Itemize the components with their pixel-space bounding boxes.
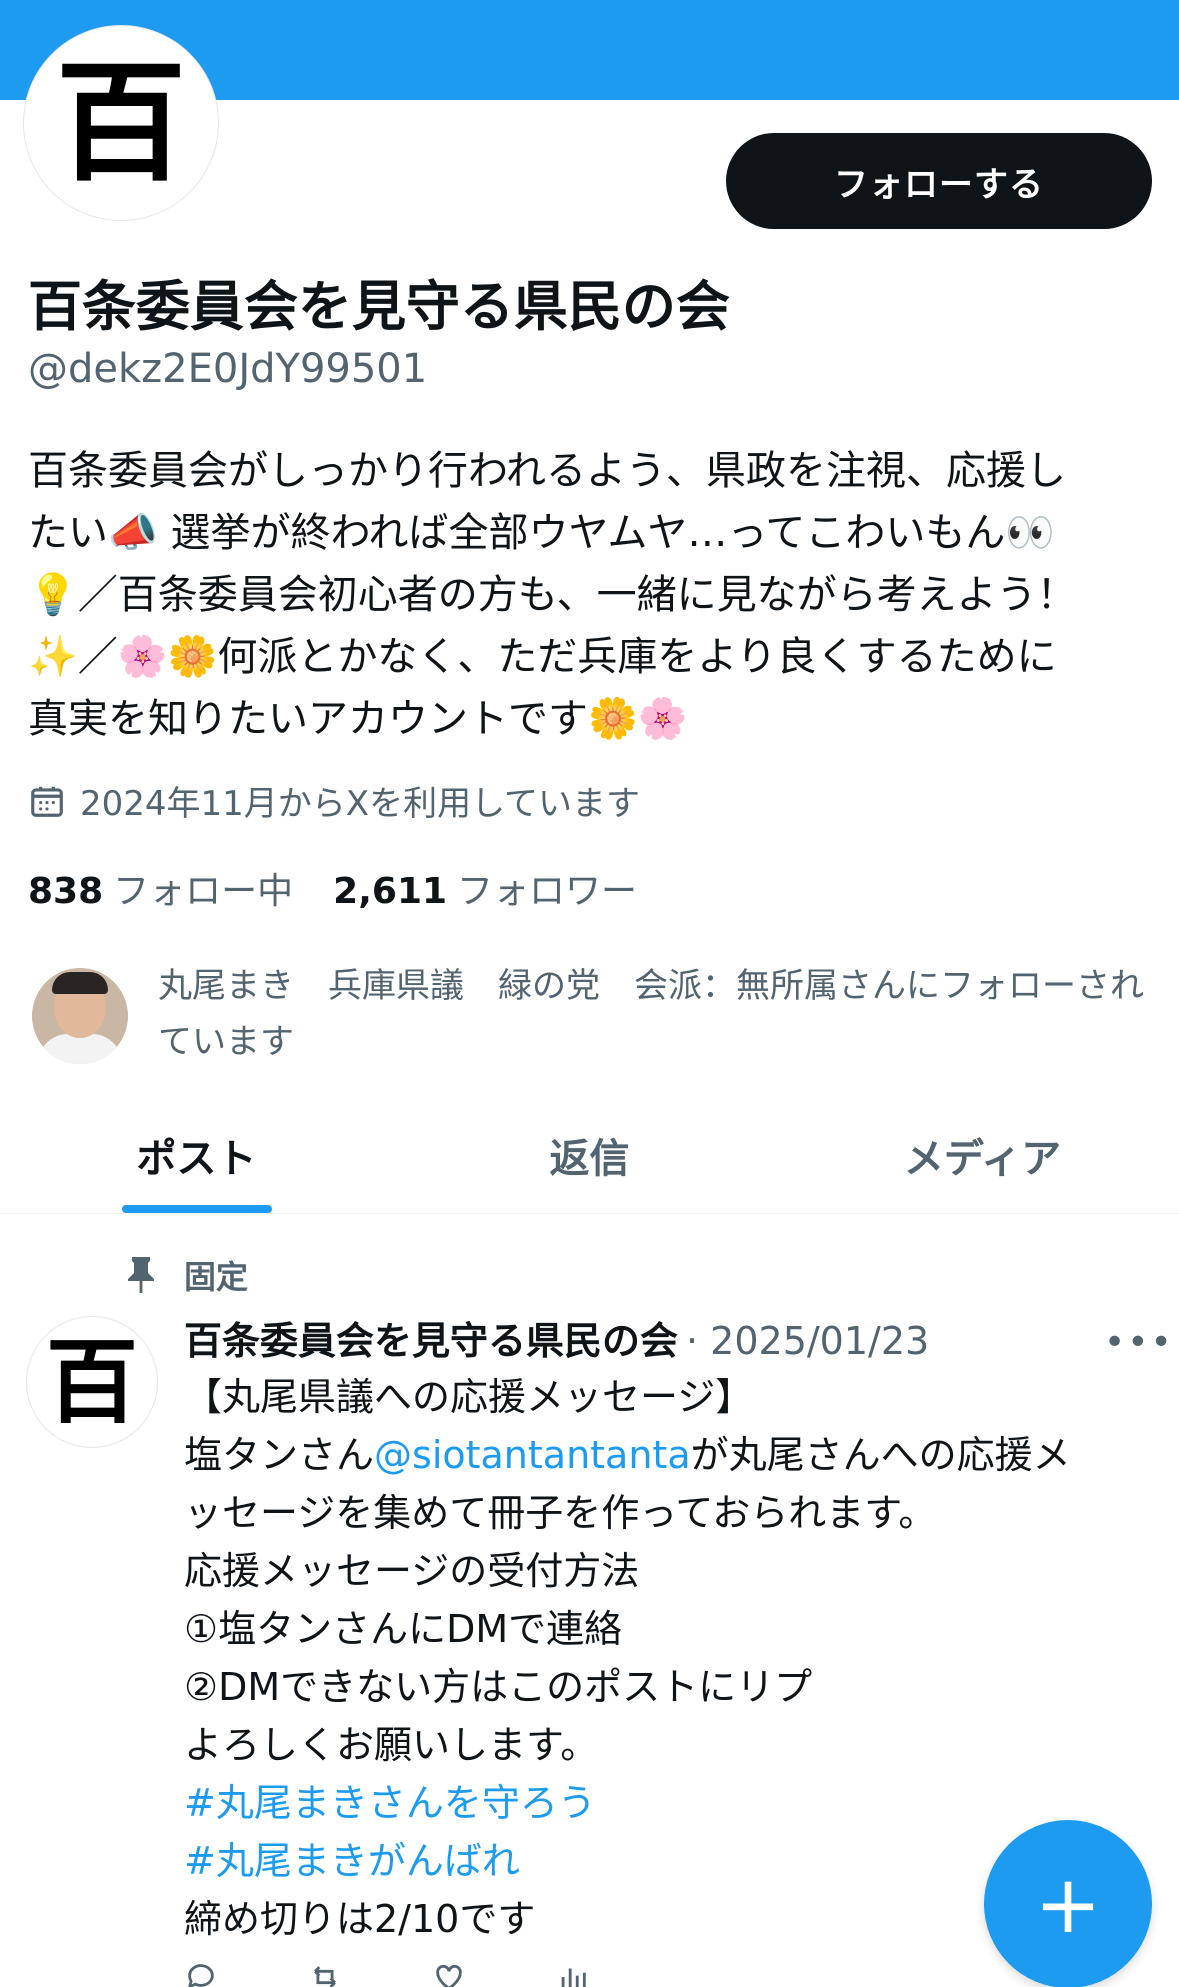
bio-line: 百条委員会がしっかり行われるよう、県政を注視、応援し	[28, 448, 1066, 494]
pinned-label: 固定	[184, 1258, 249, 1296]
display-name: 百条委員会を見守る県民の会	[28, 275, 730, 338]
compose-post-button[interactable]: +	[984, 1820, 1152, 1987]
post-text: が丸尾さんへの応援メ	[690, 1433, 1071, 1477]
joined-date: 2024年11月からXを利用しています	[28, 776, 640, 825]
followers-link[interactable]: 2,611 フォロワー	[333, 862, 637, 914]
like-icon[interactable]	[432, 1960, 466, 1987]
views-icon[interactable]	[556, 1960, 590, 1987]
profile-avatar[interactable]: 百	[24, 26, 218, 220]
pin-icon	[126, 1255, 156, 1295]
following-link[interactable]: 838 フォロー中	[28, 862, 293, 914]
user-handle: @dekz2E0JdY99501	[28, 346, 428, 392]
post-line: ッセージを集めて冊子を作っておられます。	[184, 1491, 937, 1535]
post-line: ②DMできない方はこのポストにリプ	[184, 1665, 813, 1709]
follower-avatar[interactable]	[32, 968, 128, 1064]
bio-line: たい📣 選挙が終われば全部ウヤムヤ…ってこわいもん👀	[28, 510, 1056, 556]
mention-link[interactable]: @siotantantanta	[374, 1433, 691, 1477]
tab-replies[interactable]: 返信	[393, 1096, 786, 1213]
post-line: ①塩タンさんにDMで連絡	[184, 1607, 623, 1651]
followers-count: 2,611	[333, 871, 448, 912]
post-text: 塩タンさん	[184, 1433, 375, 1477]
post-header: 百条委員会を見守る県民の会 · 2025/01/23	[184, 1310, 929, 1365]
post-line: 塩タンさん@siotantantantaが丸尾さんへの応援メ	[184, 1426, 1159, 1484]
post-avatar[interactable]: 百	[26, 1316, 158, 1448]
tab-posts[interactable]: ポスト	[0, 1096, 393, 1213]
followed-by-text: 丸尾まき 兵庫県議 緑の党 会派：無所属さんにフォローされています	[158, 966, 1144, 1062]
followed-by[interactable]: 丸尾まき 兵庫県議 緑の党 会派：無所属さんにフォローされています	[32, 958, 1158, 1070]
following-count: 838	[28, 871, 104, 912]
pinned-indicator: 固定	[126, 1252, 248, 1298]
post-line: 応援メッセージの受付方法	[184, 1549, 640, 1593]
profile-page: 百 フォローする 百条委員会を見守る県民の会 @dekz2E0JdY99501 …	[0, 0, 1179, 1987]
bio-line: 💡／百条委員会初心者の方も、一緒に見ながら考えよう！	[28, 572, 1077, 618]
joined-text: 2024年11月からXを利用しています	[80, 784, 641, 824]
post-line: 【丸尾県議への応援メッセージ】	[184, 1375, 754, 1419]
bio-line: ✨／🌸🌼何派とかなく、ただ兵庫をより良くするために	[28, 634, 1057, 680]
tab-media[interactable]: メディア	[786, 1096, 1179, 1213]
profile-bio: 百条委員会がしっかり行われるよう、県政を注視、応援し たい📣 選挙が終われば全部…	[28, 440, 1158, 750]
reply-icon[interactable]	[184, 1960, 218, 1987]
follow-stats: 838 フォロー中 2,611 フォロワー	[28, 862, 637, 914]
post-author[interactable]: 百条委員会を見守る県民の会	[184, 1310, 678, 1365]
bio-line: 真実を知りたいアカウントです🌼🌸	[28, 696, 688, 742]
profile-tabs: ポスト 返信 メディア	[0, 1096, 1179, 1214]
post-actions	[184, 1960, 680, 1987]
following-label: フォロー中	[113, 871, 294, 912]
follow-button[interactable]: フォローする	[726, 133, 1152, 229]
more-options-icon[interactable]: •••	[1104, 1322, 1174, 1363]
post-date[interactable]: · 2025/01/23	[686, 1319, 929, 1363]
repost-icon[interactable]	[308, 1960, 342, 1987]
calendar-icon	[28, 782, 66, 820]
post-line: よろしくお願いします。	[184, 1723, 599, 1767]
hashtag-link[interactable]: #丸尾まきさんを守ろう	[184, 1774, 1159, 1832]
followers-label: フォロワー	[457, 871, 638, 912]
